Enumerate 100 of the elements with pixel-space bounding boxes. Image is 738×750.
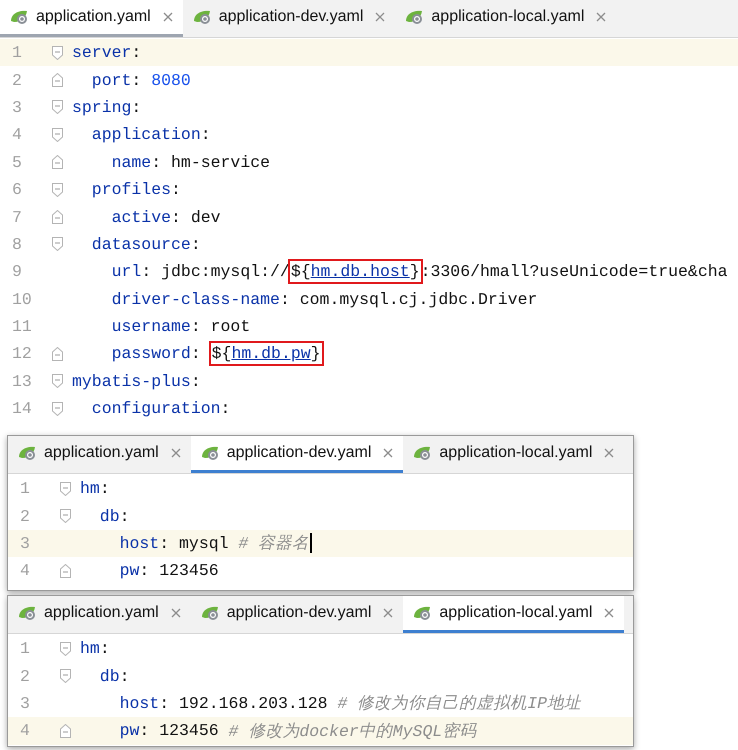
yaml-value: hm-service [171,152,270,172]
yaml-file-icon [200,605,221,621]
code-comment: # 修改为你自己的虚拟机IP地址 [337,694,582,714]
fold-icon[interactable] [60,642,70,656]
yaml-key: db: [80,506,130,526]
yaml-key: spring: [72,98,142,117]
line-number: 4 [11,125,23,144]
close-icon[interactable] [596,12,606,22]
yaml-file-icon [18,445,38,461]
yaml-key: mybatis-plus: [72,372,201,391]
yaml-value: 8080 [151,70,191,90]
close-icon[interactable] [162,12,173,22]
yaml-file-icon [18,605,38,621]
fold-icon[interactable] [52,210,62,224]
yaml-key: password: [72,344,201,364]
yaml-key: host: [80,534,170,553]
line-number: 2 [19,506,31,526]
yaml-key: datasource: [72,234,201,254]
fold-icon[interactable] [52,237,62,252]
variable-reference[interactable]: ${hm.db.host} [290,261,421,282]
yaml-file-icon [192,9,213,25]
fold-icon[interactable] [52,155,62,170]
line-number: 1 [11,43,23,62]
fold-icon[interactable] [52,128,62,142]
yaml-value: :3306/hmall?useUnicode=true&cha [420,262,728,282]
code-comment: # 容器名 [238,534,310,554]
close-icon[interactable] [375,12,386,22]
line-number: 7 [11,208,23,227]
code-comment: # 修改为docker中的MySQL密码 [228,722,476,741]
line-number: 10 [11,290,33,309]
close-icon[interactable] [383,608,394,618]
yaml-file-icon [10,9,30,25]
line-number: 1 [19,479,31,498]
fold-icon[interactable] [52,100,62,114]
line-number: 13 [11,372,33,391]
yaml-value: root [210,317,250,336]
close-icon[interactable] [170,448,181,458]
fold-icon[interactable] [60,669,70,684]
file-tab[interactable]: application.yaml [8,436,191,473]
fold-icon[interactable] [52,182,62,197]
yaml-key: hm: [80,479,110,498]
file-tab[interactable]: application.yaml [8,596,191,633]
yaml-key: name: [72,152,162,172]
yaml-value: 192.168.203.128 [179,694,328,713]
yaml-key: pw: [80,561,150,580]
yaml-file-icon [200,445,221,461]
line-number: 4 [19,721,31,740]
line-number: 3 [19,534,31,553]
line-number: 5 [11,152,23,172]
fold-icon[interactable] [52,346,62,361]
fold-icon[interactable] [52,46,62,60]
line-number: 2 [11,70,23,90]
file-tab[interactable]: application-local.yaml [403,436,624,473]
yaml-value: com.mysql.cj.jdbc.Driver [300,290,538,309]
close-icon[interactable] [604,448,614,458]
close-icon[interactable] [604,608,614,618]
yaml-key: url: [72,262,152,282]
line-number: 1 [19,639,31,658]
line-number: 9 [11,262,23,282]
fold-icon[interactable] [52,374,62,388]
fold-icon[interactable] [60,509,70,524]
fold-icon[interactable] [60,724,70,738]
fold-icon[interactable] [52,402,62,416]
file-tab[interactable]: application-dev.yaml [190,596,404,633]
line-number: 8 [11,234,23,254]
file-tab[interactable]: application-dev.yaml [190,436,404,473]
line-number: 6 [11,180,23,200]
file-tab[interactable]: application.yaml [0,0,183,37]
line-number: 2 [19,666,31,686]
close-icon[interactable] [170,608,181,618]
line-number: 3 [11,98,23,117]
line-number: 14 [11,399,33,418]
yaml-value: mysql [179,534,229,553]
yaml-key: application: [72,125,211,144]
line-number: 4 [19,561,31,580]
file-tab[interactable]: application-dev.yaml [182,0,396,37]
yaml-key: profiles: [72,180,181,200]
yaml-value: jdbc:mysql:// [161,262,290,282]
yaml-key: pw: [80,721,150,740]
close-icon[interactable] [383,448,394,458]
line-number: 12 [11,344,33,364]
yaml-key: server: [72,43,142,62]
line-number: 11 [11,317,33,336]
yaml-key: port: [72,70,142,90]
fold-icon[interactable] [52,73,62,88]
yaml-key: db: [80,666,130,686]
line-number: 3 [19,694,31,713]
yaml-key: active: [72,208,181,227]
yaml-value: 123456 [159,561,219,580]
yaml-key: hm: [80,639,110,658]
file-tab[interactable]: application-local.yaml [395,0,616,37]
fold-icon[interactable] [60,564,70,578]
yaml-key: configuration: [72,399,230,418]
yaml-key: host: [80,694,170,713]
yaml-value: 123456 [159,721,219,740]
variable-reference[interactable]: ${hm.db.pw} [210,343,322,364]
yaml-value: dev [190,208,221,227]
fold-icon[interactable] [60,482,70,496]
yaml-key: driver-class-name: [72,290,290,309]
file-tab[interactable]: application-local.yaml [403,596,624,633]
